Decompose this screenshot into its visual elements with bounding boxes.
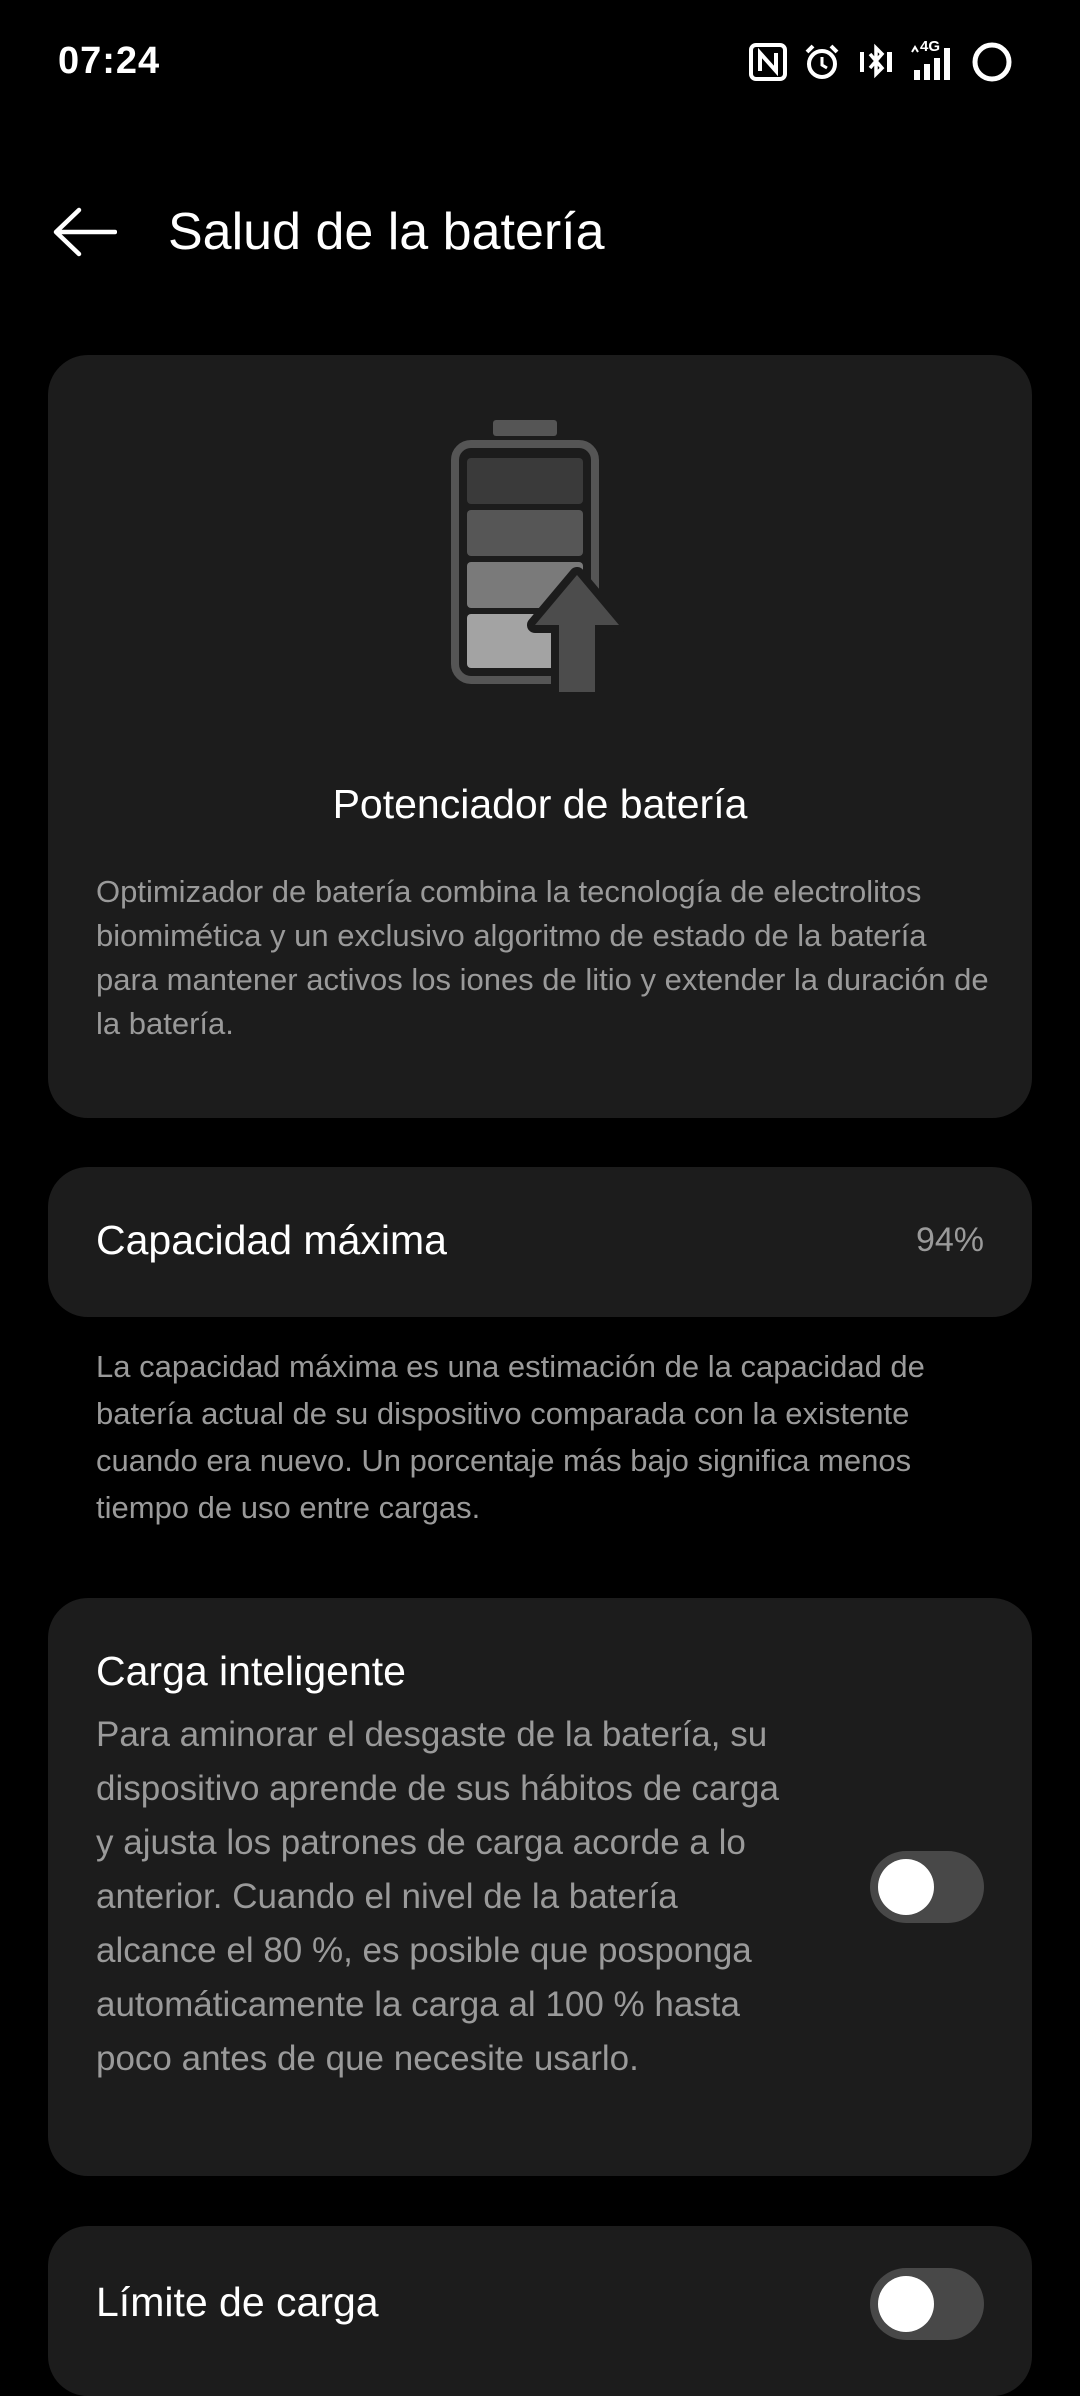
battery-ring-icon [970, 40, 1014, 84]
max-capacity-label: Capacidad máxima [96, 1217, 447, 1263]
app-bar: Salud de la batería [0, 180, 1080, 280]
back-button[interactable] [44, 194, 124, 274]
page-title: Salud de la batería [168, 203, 605, 261]
alarm-icon [802, 42, 842, 82]
battery-boost-icon [48, 420, 1032, 700]
max-capacity-note: La capacidad máxima es una estimación de… [96, 1349, 925, 1525]
hero-description: Optimizador de batería combina la tecnol… [96, 874, 989, 1041]
smart-charging-description: Para aminorar el desgaste de la batería,… [96, 1715, 779, 2078]
arrow-left-icon [51, 207, 118, 262]
toggle-knob [878, 2276, 934, 2332]
signal-4g-icon: 4G [910, 38, 956, 82]
status-bar: 07:24 4G [0, 0, 1080, 130]
smart-charging-toggle[interactable] [870, 1851, 984, 1923]
smart-charging-title: Carga inteligente [96, 1648, 406, 1694]
max-capacity-value: 94% [915, 1221, 984, 1259]
battery-boost-card: Potenciador de batería Optimizador de ba… [48, 355, 1032, 1118]
network-type-label: 4G [920, 38, 941, 55]
charge-limit-toggle[interactable] [870, 2268, 984, 2340]
charge-limit-label: Límite de carga [96, 2279, 379, 2325]
charge-limit-row[interactable]: Límite de carga [48, 2226, 1032, 2396]
toggle-knob [878, 1859, 934, 1915]
hero-title: Potenciador de batería [332, 781, 748, 827]
nfc-icon [748, 42, 788, 82]
status-icons: 4G [748, 38, 1014, 86]
bluetooth-vibrate-icon [856, 42, 896, 82]
smart-charging-row[interactable]: Carga inteligente Para aminorar el desga… [48, 1598, 1032, 2176]
max-capacity-row[interactable]: Capacidad máxima 94% [48, 1167, 1032, 1317]
status-time: 07:24 [58, 40, 161, 82]
